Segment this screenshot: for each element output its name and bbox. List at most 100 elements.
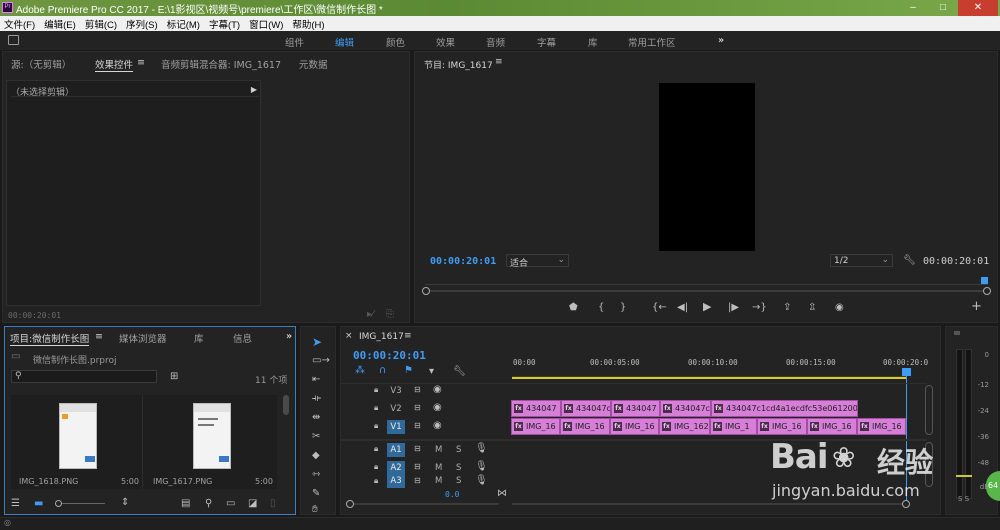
find-icon[interactable]: ⚲ bbox=[205, 499, 212, 509]
timeline-wrench-icon[interactable]: 🔧︎ bbox=[453, 367, 466, 377]
program-title[interactable]: 节目: IMG_1617 bbox=[424, 58, 493, 71]
timeline-ruler[interactable] bbox=[512, 369, 907, 377]
sync-lock-icon[interactable]: ⊟ bbox=[414, 462, 421, 472]
solo-button[interactable]: S bbox=[456, 463, 461, 473]
lock-icon[interactable]: 🔒︎ bbox=[374, 462, 378, 472]
v2-clip[interactable]: fx 434047c bbox=[660, 400, 711, 417]
workspace-common[interactable]: 常用工作区 bbox=[628, 35, 676, 49]
mute-button[interactable]: M bbox=[435, 445, 442, 455]
project-item-thumb[interactable]: IMG_1617.PNG 5:00 bbox=[145, 395, 277, 489]
solo-button[interactable]: S bbox=[456, 445, 461, 455]
menu-marker[interactable]: 标记(M) bbox=[167, 17, 200, 31]
track-name[interactable]: V3 bbox=[387, 384, 405, 398]
selection-tool-icon[interactable]: ➤ bbox=[312, 336, 322, 348]
tab-libraries[interactable]: 库 bbox=[194, 331, 204, 345]
go-to-in-icon[interactable]: {← bbox=[652, 303, 667, 313]
mute-button[interactable]: M bbox=[435, 476, 442, 486]
lock-icon[interactable]: 🔒︎ bbox=[374, 444, 378, 454]
filter-icon[interactable]: ▸⁄ bbox=[367, 310, 374, 320]
slip-tool-icon[interactable]: ◆ bbox=[312, 451, 320, 461]
tab-audio-clip-mixer[interactable]: 音频剪辑混合器: IMG_1617 bbox=[161, 57, 281, 71]
video-scrollbar[interactable] bbox=[925, 385, 933, 435]
go-to-out-icon[interactable]: →} bbox=[752, 303, 767, 313]
track-name[interactable]: A1 bbox=[387, 443, 405, 457]
audio-scrub-icon[interactable]: ⋈ bbox=[497, 489, 507, 499]
panel-menu-icon[interactable]: ≡ bbox=[137, 57, 145, 68]
track-name[interactable]: V1 bbox=[387, 420, 405, 434]
work-area-bar[interactable] bbox=[512, 377, 907, 379]
sequence-tab[interactable]: IMG_1617 bbox=[359, 332, 404, 342]
menu-file[interactable]: 文件(F) bbox=[4, 17, 35, 31]
mute-button[interactable]: M bbox=[435, 463, 442, 473]
workspace-color[interactable]: 颜色 bbox=[386, 35, 405, 49]
zoom-handle-right[interactable] bbox=[983, 287, 991, 295]
sync-lock-icon[interactable]: ⊟ bbox=[414, 421, 421, 431]
add-button-icon[interactable]: + bbox=[971, 300, 982, 313]
tab-effect-controls[interactable]: 效果控件 bbox=[95, 57, 134, 72]
sync-lock-icon[interactable]: ⊟ bbox=[414, 444, 421, 454]
v2-clip[interactable]: fx 434047c1cd4a1ecdfc53e06120013 bbox=[711, 400, 858, 417]
step-forward-icon[interactable]: |▶ bbox=[728, 303, 739, 313]
meter-solo-buttons[interactable]: S S bbox=[958, 495, 969, 503]
tab-source[interactable]: 源:（无剪辑） bbox=[11, 57, 71, 71]
program-menu-icon[interactable]: ≡ bbox=[495, 57, 503, 67]
project-search-input[interactable]: ⚲ bbox=[11, 370, 157, 383]
tab-info[interactable]: 信息 bbox=[233, 331, 252, 345]
microphone-icon[interactable]: 🎙︎ bbox=[475, 444, 488, 454]
v1-clip[interactable]: fx IMG_16 bbox=[610, 418, 659, 435]
marker-icon[interactable]: ⬟ bbox=[569, 303, 578, 313]
workspace-more-icon[interactable]: » bbox=[718, 35, 724, 46]
track-name[interactable]: A3 bbox=[387, 474, 405, 488]
solo-button[interactable]: S bbox=[456, 476, 461, 486]
menu-help[interactable]: 帮助(H) bbox=[292, 17, 324, 31]
lock-icon[interactable]: 🔒︎ bbox=[374, 385, 378, 395]
eye-icon[interactable]: ◉ bbox=[433, 385, 442, 395]
minimize-icon[interactable]: – bbox=[898, 0, 928, 16]
microphone-icon[interactable]: 🎙︎ bbox=[475, 476, 488, 486]
menu-window[interactable]: 窗口(W) bbox=[249, 17, 283, 31]
menu-clip[interactable]: 剪辑(C) bbox=[85, 17, 117, 31]
slide-tool-icon[interactable]: ⇿ bbox=[312, 470, 320, 480]
linked-selection-icon[interactable]: ⚑ bbox=[404, 366, 413, 376]
project-scrollbar[interactable] bbox=[283, 395, 289, 415]
rolling-edit-icon[interactable]: ⟛ bbox=[312, 394, 321, 404]
export-icon[interactable]: ⎘ bbox=[386, 310, 394, 320]
master-volume[interactable]: 0.0 bbox=[445, 490, 459, 499]
lock-icon[interactable]: 🔒︎ bbox=[374, 403, 378, 413]
v1-clip[interactable]: fx IMG_16 bbox=[857, 418, 906, 435]
new-item-icon[interactable]: ◪ bbox=[248, 499, 257, 509]
sync-lock-icon[interactable]: ⊟ bbox=[414, 476, 421, 486]
new-bin-icon[interactable]: ▭ bbox=[226, 499, 235, 509]
menu-edit[interactable]: 编辑(E) bbox=[44, 17, 76, 31]
v1-clip[interactable]: fx IMG_162 bbox=[659, 418, 710, 435]
program-timecode-playhead[interactable]: 00:00:20:01 bbox=[430, 256, 496, 267]
resolution-dropdown[interactable]: 1/2 ⌄ bbox=[830, 254, 893, 267]
maximize-icon[interactable]: □ bbox=[928, 0, 958, 16]
v1-clip[interactable]: fx IMG_16 bbox=[757, 418, 807, 435]
close-icon[interactable]: ✕ bbox=[958, 0, 998, 16]
sync-lock-icon[interactable]: ⊟ bbox=[414, 403, 421, 413]
v1-clip[interactable]: fx IMG_16 bbox=[807, 418, 857, 435]
workspace-titles[interactable]: 字幕 bbox=[537, 35, 556, 49]
eye-icon[interactable]: ◉ bbox=[433, 403, 442, 413]
more-tabs-icon[interactable]: » bbox=[286, 331, 292, 342]
thumbnail-size-slider[interactable] bbox=[55, 500, 105, 507]
in-point-icon[interactable]: { bbox=[598, 303, 604, 313]
timeline-timecode[interactable]: 00:00:20:01 bbox=[353, 349, 426, 362]
v1-clip[interactable]: fx IMG_1 bbox=[710, 418, 757, 435]
expand-arrow-icon[interactable]: ▶ bbox=[251, 85, 257, 94]
tab-media-browser[interactable]: 媒体浏览器 bbox=[119, 331, 167, 345]
step-back-icon[interactable]: ◀| bbox=[677, 303, 688, 313]
workspace-effects[interactable]: 效果 bbox=[436, 35, 455, 49]
add-marker-icon[interactable]: ▾ bbox=[429, 367, 434, 377]
lock-icon[interactable]: 🔒︎ bbox=[374, 421, 378, 431]
workspace-audio[interactable]: 音频 bbox=[486, 35, 505, 49]
lift-icon[interactable]: ⇪ bbox=[783, 303, 791, 313]
new-bin-filter-icon[interactable]: ⊞ bbox=[170, 372, 178, 382]
wrench-icon[interactable]: 🔧︎ bbox=[903, 256, 916, 266]
pen-tool-icon[interactable]: ✎ bbox=[312, 489, 320, 499]
tab-project[interactable]: 项目:微信制作长图 bbox=[10, 331, 90, 346]
timeline-zoom-bar[interactable] bbox=[346, 500, 499, 508]
v2-clip[interactable]: fx 434047 bbox=[611, 400, 660, 417]
microphone-icon[interactable]: 🎙︎ bbox=[475, 462, 488, 472]
